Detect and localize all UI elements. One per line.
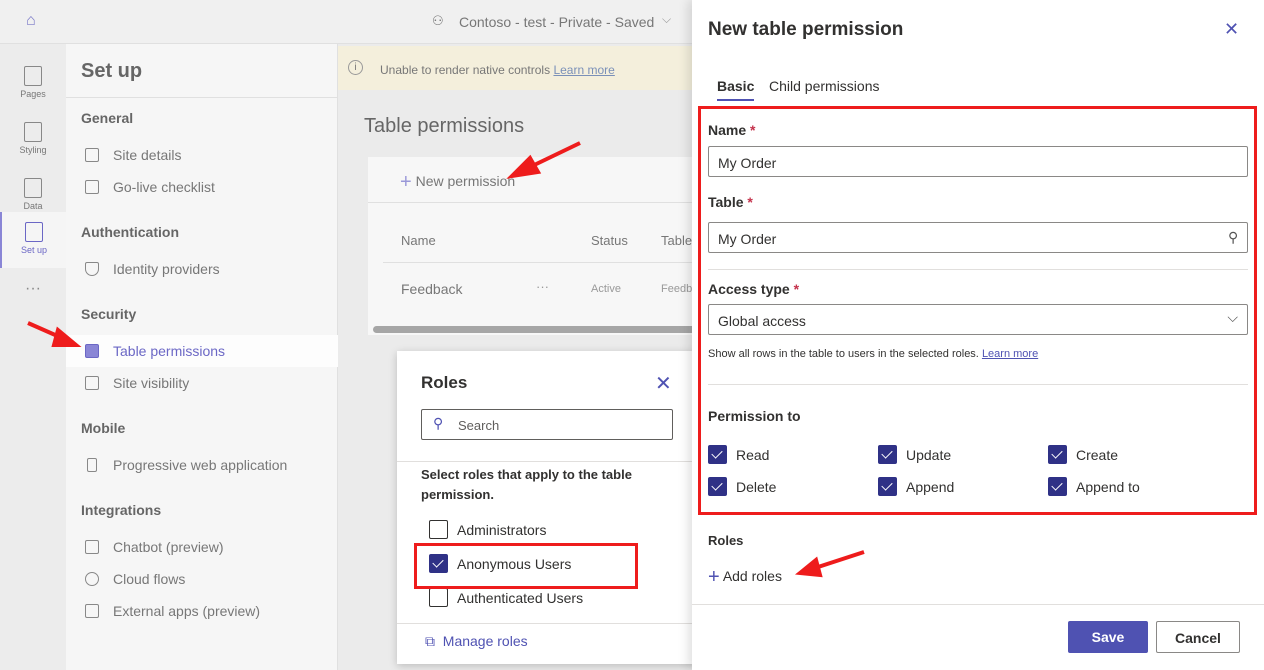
arrow-add-roles — [814, 550, 865, 570]
arrow-head — [506, 154, 542, 179]
arrow-head — [51, 326, 82, 347]
annotation-arrows — [27, 141, 865, 578]
arrow-head — [794, 556, 823, 578]
